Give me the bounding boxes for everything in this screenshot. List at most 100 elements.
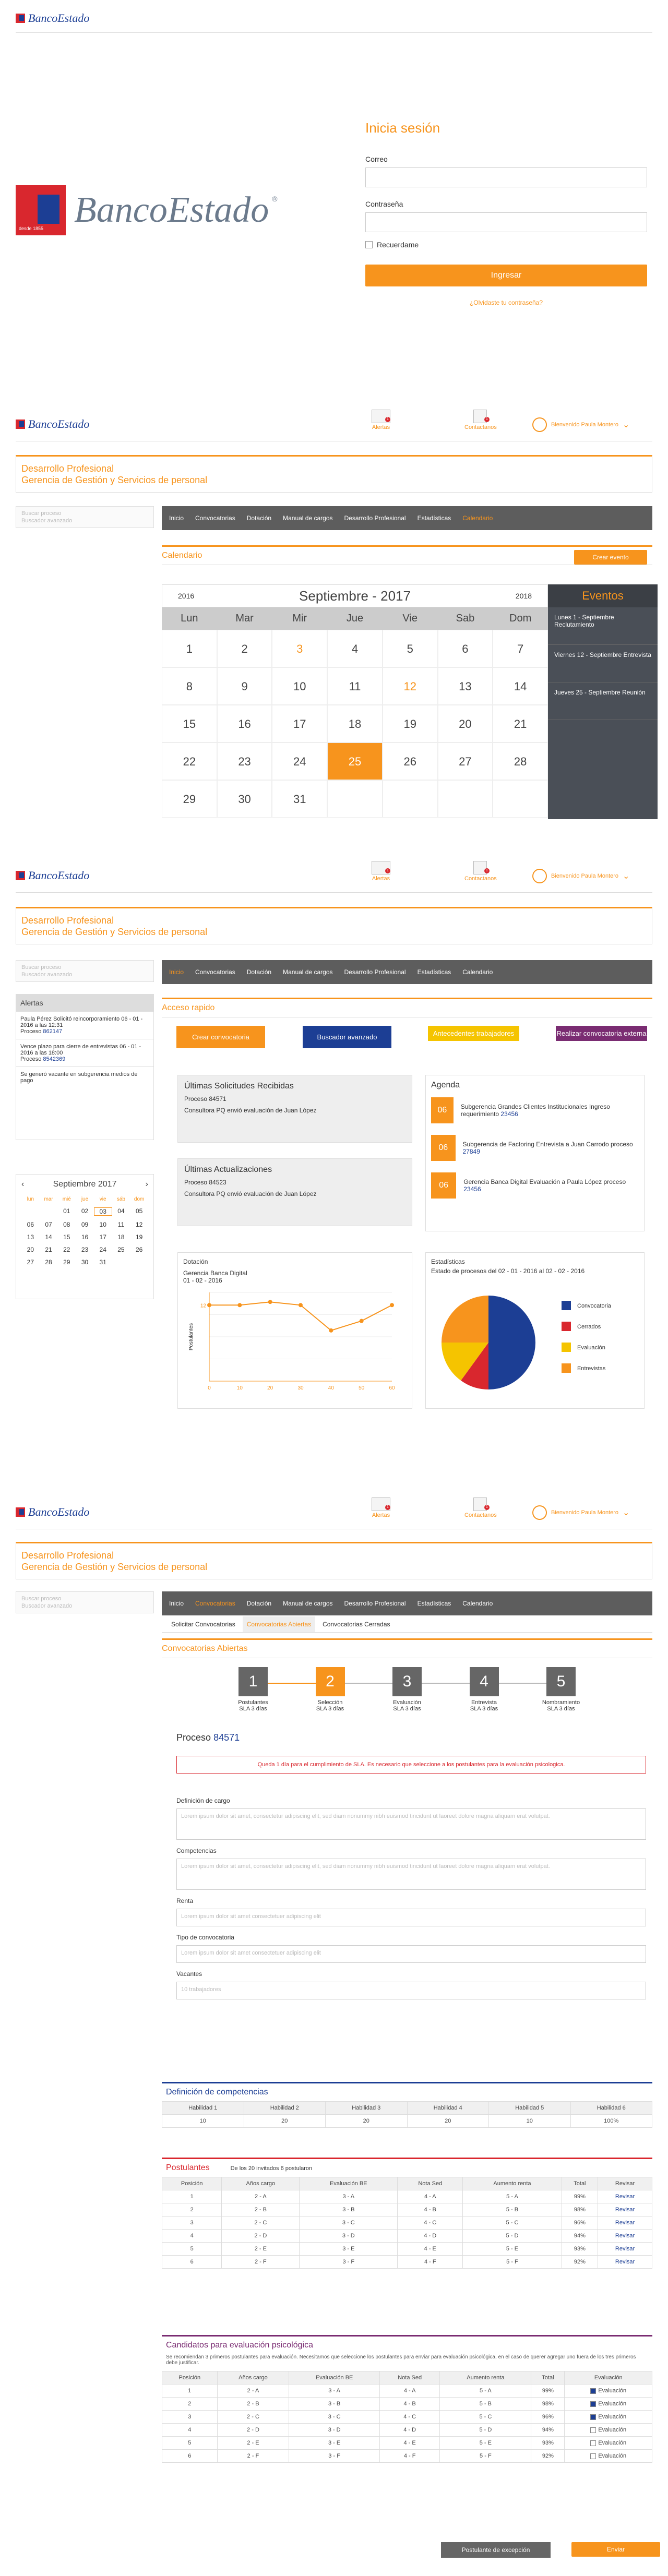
create-event-button[interactable]: Crear evento <box>574 550 647 565</box>
field-value[interactable]: Lorem ipsum dolor sit amet consectetuer … <box>176 1909 646 1926</box>
alert-item[interactable]: Vence plazo para cierre de entrevistas 0… <box>16 1039 153 1067</box>
calendar-day[interactable] <box>327 780 383 818</box>
alerts-button[interactable]: 1 Alertas <box>365 861 397 882</box>
remember-checkbox[interactable] <box>365 241 373 248</box>
calendar-day[interactable]: 12 <box>382 667 438 705</box>
review-link[interactable]: Revisar <box>598 2229 652 2243</box>
advanced-search-button[interactable]: Buscador avanzado <box>303 1026 391 1048</box>
mini-calendar-day[interactable]: 29 <box>57 1259 76 1266</box>
nav-item-desarrollo[interactable]: Desarrollo Profesional <box>344 514 406 522</box>
calendar-day[interactable]: 4 <box>327 630 383 667</box>
contacts-button[interactable]: 1 Contactanos <box>464 1497 497 1518</box>
mini-calendar-day[interactable]: 20 <box>21 1246 40 1253</box>
calendar-day[interactable]: 29 <box>162 780 217 818</box>
user-menu[interactable]: Bienvenido Paula Montero ⌄ <box>532 417 629 432</box>
calendar-day[interactable]: 13 <box>437 667 493 705</box>
mini-calendar-day[interactable]: 10 <box>94 1221 112 1228</box>
mini-calendar-day[interactable]: 26 <box>130 1246 148 1253</box>
mini-calendar-day[interactable]: 18 <box>112 1233 130 1241</box>
nav-item-inicio[interactable]: Inicio <box>169 968 184 976</box>
calendar-day[interactable]: 20 <box>437 705 493 742</box>
calendar-day[interactable]: 10 <box>272 667 328 705</box>
calendar-day[interactable]: 25 <box>327 742 383 780</box>
calendar-day[interactable]: 16 <box>217 705 272 742</box>
header-logo[interactable]: BancoEstado <box>16 869 89 882</box>
external-call-button[interactable]: Realizar convocatoria externa <box>556 1026 647 1041</box>
calendar-day[interactable]: 28 <box>493 742 548 780</box>
mini-calendar-day[interactable]: 16 <box>76 1233 94 1241</box>
nav-item-calendario[interactable]: Calendario <box>462 968 493 976</box>
evaluation-checkbox[interactable] <box>590 2453 597 2459</box>
chevron-right-icon[interactable]: › <box>146 1180 148 1189</box>
calendar-day[interactable]: 7 <box>493 630 548 667</box>
calendar-day[interactable]: 17 <box>272 705 328 742</box>
process-step[interactable]: 4 Entrevista SLA 3 días <box>461 1667 508 1712</box>
alert-item[interactable]: Paula Pérez Solicitó reincorporamiento 0… <box>16 1012 153 1039</box>
event-item[interactable]: Lunes 1 - Septiembre Reclutamiento <box>548 607 658 645</box>
tab-solicitar[interactable]: Solicitar Convocatorias <box>171 1621 235 1628</box>
agenda-item[interactable]: 06 Subgerencia Grandes Clientes Instituci… <box>431 1097 639 1123</box>
evaluation-cell[interactable]: Evaluación <box>564 2397 652 2411</box>
send-button[interactable]: Enviar <box>571 2542 660 2557</box>
mini-calendar-day[interactable]: 01 <box>57 1207 76 1216</box>
email-field[interactable] <box>365 167 647 187</box>
mini-calendar-day[interactable]: 31 <box>94 1259 112 1266</box>
evaluation-cell[interactable]: Evaluación <box>564 2436 652 2450</box>
nav-item-manual[interactable]: Manual de cargos <box>283 1600 332 1607</box>
calendar-day[interactable] <box>382 780 438 818</box>
header-logo[interactable]: BancoEstado <box>16 11 89 25</box>
calendar-day[interactable]: 30 <box>217 780 272 818</box>
evaluation-checkbox[interactable] <box>590 2427 597 2433</box>
agenda-item[interactable]: 06 Gerencia Banca Digital Evaluación a Pa… <box>431 1172 639 1199</box>
mini-calendar-day[interactable]: 12 <box>130 1221 148 1228</box>
evaluation-cell[interactable]: Evaluación <box>564 2423 652 2437</box>
user-menu[interactable]: Bienvenido Paula Montero ⌄ <box>532 1505 629 1520</box>
field-value[interactable]: Lorem ipsum dolor sit amet consectetuer … <box>176 1945 646 1963</box>
process-step[interactable]: 2 Selección SLA 3 días <box>307 1667 354 1712</box>
mini-calendar-day[interactable]: 09 <box>76 1221 94 1228</box>
evaluation-cell[interactable]: Evaluación <box>564 2384 652 2398</box>
nav-item-estadisticas[interactable]: Estadísticas <box>418 514 451 522</box>
field-value[interactable]: Lorem ipsum dolor sit amet, consectetur … <box>176 1808 646 1840</box>
create-call-button[interactable]: Crear convocatoria <box>176 1026 265 1048</box>
calendar-day[interactable]: 9 <box>217 667 272 705</box>
mini-calendar-day[interactable]: 02 <box>76 1207 94 1216</box>
calendar-day[interactable]: 31 <box>272 780 328 818</box>
calendar-day[interactable] <box>437 780 493 818</box>
evaluation-checkbox[interactable] <box>590 2414 597 2420</box>
next-year[interactable]: 2018 <box>516 592 532 600</box>
mini-calendar-day[interactable]: 07 <box>40 1221 58 1228</box>
nav-item-convocatorias[interactable]: Convocatorias <box>195 514 235 522</box>
event-item[interactable]: Jueves 25 - Septiembre Reunión <box>548 682 658 720</box>
mini-calendar-day[interactable]: 13 <box>21 1233 40 1241</box>
exception-button[interactable]: Postulante de excepción <box>441 2542 551 2558</box>
mini-calendar-day[interactable]: 05 <box>130 1207 148 1216</box>
nav-item-inicio[interactable]: Inicio <box>169 1600 184 1607</box>
nav-item-dotacion[interactable]: Dotación <box>247 968 271 976</box>
nav-item-estadisticas[interactable]: Estadísticas <box>418 968 451 976</box>
mini-calendar-day[interactable] <box>40 1207 58 1216</box>
mini-calendar-day[interactable]: 19 <box>130 1233 148 1241</box>
review-link[interactable]: Revisar <box>598 2216 652 2230</box>
nav-item-convocatorias[interactable]: Convocatorias <box>195 1600 235 1607</box>
nav-item-desarrollo[interactable]: Desarrollo Profesional <box>344 968 406 976</box>
calendar-day[interactable]: 1 <box>162 630 217 667</box>
process-step[interactable]: 5 Nombramiento SLA 3 días <box>538 1667 584 1712</box>
nav-item-manual[interactable]: Manual de cargos <box>283 514 332 522</box>
mini-calendar-day[interactable]: 28 <box>40 1259 58 1266</box>
calendar-day[interactable]: 15 <box>162 705 217 742</box>
calendar-day[interactable]: 2 <box>217 630 272 667</box>
mini-calendar-day[interactable]: 03 <box>93 1207 112 1216</box>
calendar-day[interactable]: 21 <box>493 705 548 742</box>
mini-calendar-day[interactable] <box>21 1207 40 1216</box>
field-value[interactable]: 10 trabajadores <box>176 1982 646 1999</box>
mini-calendar-day[interactable]: 14 <box>40 1233 58 1241</box>
evaluation-checkbox[interactable] <box>590 2388 597 2394</box>
mini-calendar-day[interactable]: 15 <box>57 1233 76 1241</box>
calendar-day[interactable]: 27 <box>437 742 493 780</box>
evaluation-checkbox[interactable] <box>590 2440 597 2446</box>
mini-calendar-day[interactable]: 24 <box>94 1246 112 1253</box>
mini-calendar-day[interactable]: 17 <box>94 1233 112 1241</box>
mini-calendar-day[interactable]: 04 <box>112 1207 130 1216</box>
mini-calendar-day[interactable]: 30 <box>76 1259 94 1266</box>
